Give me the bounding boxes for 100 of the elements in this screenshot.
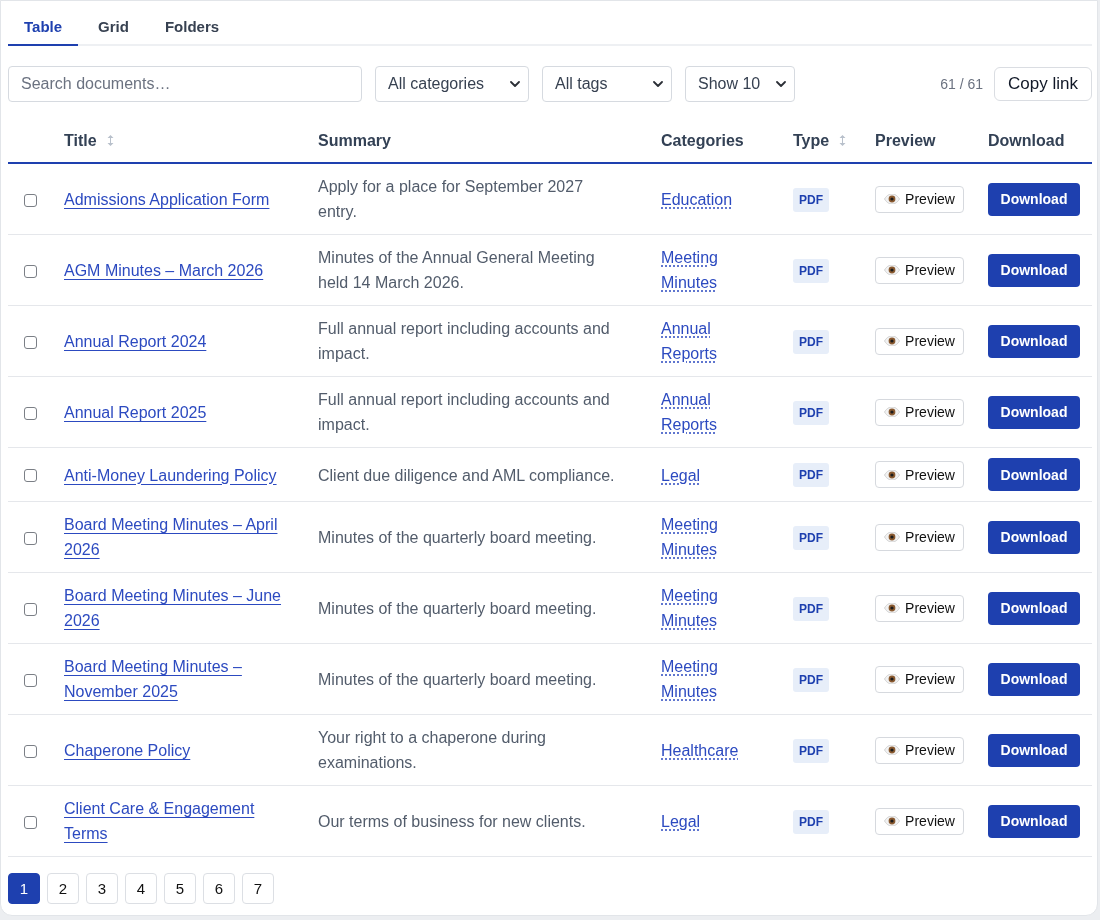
preview-button[interactable]: Preview xyxy=(875,807,964,835)
eye-icon xyxy=(884,816,901,827)
eye-icon xyxy=(884,532,901,543)
document-title-link[interactable]: Admissions Application Form xyxy=(64,187,270,213)
page-button[interactable]: 3 xyxy=(86,873,118,904)
copy-link-button[interactable]: Copy link xyxy=(994,67,1092,101)
preview-button[interactable]: Preview xyxy=(875,736,964,764)
filter-dropdown[interactable]: Show 10 xyxy=(685,66,795,102)
summary-text: Our terms of business for new clients. xyxy=(318,812,586,833)
download-button[interactable]: Download xyxy=(988,591,1080,625)
chevron-down-icon xyxy=(510,81,520,87)
category-link[interactable]: Annual Reports xyxy=(661,387,769,437)
row-checkbox[interactable] xyxy=(23,602,37,616)
row-checkbox[interactable] xyxy=(23,406,37,420)
document-title-link[interactable]: Board Meeting Minutes – June 2026 xyxy=(64,583,294,633)
category-link[interactable]: Meeting Minutes xyxy=(661,512,769,562)
category-link[interactable]: Healthcare xyxy=(661,738,739,764)
file-type-badge: PDF xyxy=(793,596,829,621)
category-link[interactable]: Meeting Minutes xyxy=(661,583,769,633)
file-type-badge: PDF xyxy=(793,329,829,354)
file-type-badge: PDF xyxy=(793,738,829,763)
row-checkbox[interactable] xyxy=(23,815,37,829)
filter-dropdown[interactable]: All categories xyxy=(375,66,529,102)
document-title-link[interactable]: Annual Report 2025 xyxy=(64,400,207,426)
category-link[interactable]: Meeting Minutes xyxy=(661,245,769,295)
column-header: Categories xyxy=(661,131,744,150)
summary-text: Minutes of the Annual General Meeting held 14 March 2026. xyxy=(318,248,596,293)
row-checkbox[interactable] xyxy=(23,744,37,758)
chevron-down-icon xyxy=(653,81,663,87)
page-button[interactable]: 2 xyxy=(47,873,79,904)
eye-icon xyxy=(884,407,901,418)
preview-button[interactable]: Preview xyxy=(875,398,964,426)
column-header: Summary xyxy=(318,131,391,150)
download-button[interactable]: Download xyxy=(988,662,1080,696)
preview-button[interactable]: Preview xyxy=(875,327,964,355)
summary-text: Full annual report including accounts and impact. xyxy=(318,390,611,435)
summary-text: Client due diligence and AML compliance. xyxy=(318,465,615,486)
view-tab[interactable]: Table xyxy=(8,9,79,46)
category-link[interactable]: Education xyxy=(661,187,733,213)
eye-icon xyxy=(884,745,901,756)
preview-button[interactable]: Preview xyxy=(875,461,964,489)
eye-icon xyxy=(884,194,901,205)
view-tab[interactable]: Folders xyxy=(148,9,236,46)
chevron-down-icon xyxy=(776,81,786,87)
category-link[interactable]: Annual Reports xyxy=(661,316,769,366)
download-button[interactable]: Download xyxy=(988,395,1080,429)
column-header[interactable]: Title xyxy=(64,131,97,150)
preview-button[interactable]: Preview xyxy=(875,185,964,213)
page-button[interactable]: 4 xyxy=(125,873,157,904)
file-type-badge: PDF xyxy=(793,525,829,550)
filter-dropdown[interactable]: All tags xyxy=(542,66,672,102)
search-field[interactable]: Search documents… xyxy=(8,66,362,102)
eye-icon xyxy=(884,336,901,347)
view-tab[interactable]: Grid xyxy=(82,9,145,46)
summary-text: Minutes of the quarterly board meeting. xyxy=(318,599,597,620)
result-count: 61 / 61 xyxy=(940,76,983,92)
document-title-link[interactable]: Client Care & Engagement Terms xyxy=(64,796,294,846)
category-link[interactable]: Legal xyxy=(661,462,701,488)
document-title-link[interactable]: Board Meeting Minutes – November 2025 xyxy=(64,654,294,704)
row-checkbox[interactable] xyxy=(23,193,37,207)
column-header[interactable]: Type xyxy=(793,131,830,150)
category-link[interactable]: Legal xyxy=(661,809,701,835)
document-title-link[interactable]: Annual Report 2024 xyxy=(64,329,207,355)
download-button[interactable]: Download xyxy=(988,253,1080,287)
row-checkbox[interactable] xyxy=(23,469,37,483)
summary-text: Minutes of the quarterly board meeting. xyxy=(318,528,597,549)
summary-text: Full annual report including accounts and impact. xyxy=(318,319,611,364)
file-type-badge: PDF xyxy=(793,258,829,283)
column-header: Download xyxy=(988,131,1065,150)
preview-button[interactable]: Preview xyxy=(875,665,964,693)
file-type-badge: PDF xyxy=(793,809,829,834)
download-button[interactable]: Download xyxy=(988,458,1080,491)
download-button[interactable]: Download xyxy=(988,733,1080,767)
row-checkbox[interactable] xyxy=(23,673,37,687)
download-button[interactable]: Download xyxy=(988,324,1080,358)
page-button[interactable]: 7 xyxy=(242,873,274,904)
preview-button[interactable]: Preview xyxy=(875,594,964,622)
category-link[interactable]: Meeting Minutes xyxy=(661,654,769,704)
page-button[interactable]: 5 xyxy=(164,873,196,904)
document-title-link[interactable]: Anti-Money Laundering Policy xyxy=(64,462,277,488)
document-title-link[interactable]: Board Meeting Minutes – April 2026 xyxy=(64,512,294,562)
row-checkbox[interactable] xyxy=(23,264,37,278)
document-title-link[interactable]: Chaperone Policy xyxy=(64,738,191,764)
row-checkbox[interactable] xyxy=(23,531,37,545)
summary-text: Apply for a place for September 2027 entry. xyxy=(318,177,585,222)
file-type-badge: PDF xyxy=(793,463,829,488)
column-header: Preview xyxy=(875,131,936,150)
row-checkbox[interactable] xyxy=(23,335,37,349)
summary-text: Minutes of the quarterly board meeting. xyxy=(318,670,597,691)
page-button[interactable]: 6 xyxy=(203,873,235,904)
download-button[interactable]: Download xyxy=(988,520,1080,554)
preview-button[interactable]: Preview xyxy=(875,256,964,284)
eye-icon xyxy=(884,603,901,614)
summary-text: Your right to a chaperone during examinations. xyxy=(318,728,547,773)
download-button[interactable]: Download xyxy=(988,182,1080,216)
preview-button[interactable]: Preview xyxy=(875,523,964,551)
download-button[interactable]: Download xyxy=(988,804,1080,838)
file-type-badge: PDF xyxy=(793,400,829,425)
page-button[interactable]: 1 xyxy=(8,873,40,904)
document-title-link[interactable]: AGM Minutes – March 2026 xyxy=(64,258,264,284)
